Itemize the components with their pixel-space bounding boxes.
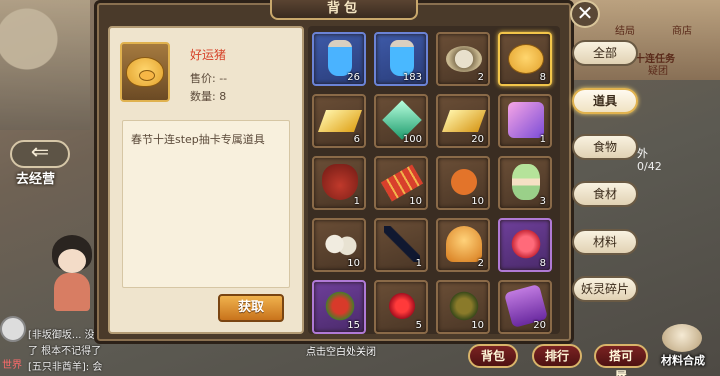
item-slot[interactable]: 20 <box>436 94 490 148</box>
gold-ingot-icon <box>441 110 487 132</box>
item-count: 8 <box>539 258 546 269</box>
dumpling-icon <box>322 226 358 262</box>
scarab-icon <box>446 288 482 324</box>
item-count: 6 <box>353 134 360 145</box>
panel-title: 背包 <box>270 0 418 20</box>
item-count: 2 <box>477 72 484 83</box>
item-quantity: 数量: 8 <box>190 90 227 103</box>
right-sign: 0/42 <box>637 160 662 173</box>
tab-5[interactable]: 妖灵碎片 <box>572 276 638 302</box>
black-feather-icon <box>384 226 420 262</box>
chat-line: [非坂御坂... 没 <box>28 330 95 341</box>
doll-icon <box>512 164 540 200</box>
item-count: 10 <box>471 320 484 331</box>
material-synthesis-label: 材料合成 <box>661 354 705 367</box>
red-spider-lily-icon <box>384 288 420 324</box>
item-slot[interactable]: 10 <box>374 156 428 210</box>
item-count: 183 <box>402 72 422 83</box>
item-slot[interactable]: 15 <box>312 280 366 334</box>
item-price: 售价: -- <box>190 72 228 85</box>
item-slot[interactable]: 10 <box>312 218 366 272</box>
tab-1[interactable]: 道具 <box>572 88 638 114</box>
purple-potion-icon <box>390 40 414 76</box>
close-button[interactable]: ✕ <box>570 0 600 28</box>
tab-4[interactable]: 材料 <box>572 229 638 255</box>
item-count: 2 <box>477 258 484 269</box>
material-synthesis-button[interactable]: 材料合成 <box>650 322 716 372</box>
bag-nav-button[interactable]: 背包 <box>468 344 518 368</box>
item-slot[interactable]: 26 <box>312 32 366 86</box>
ranking-nav-button[interactable]: 排行 <box>532 344 582 368</box>
item-slot[interactable]: 6 <box>312 94 366 148</box>
item-slot[interactable]: 10 <box>436 280 490 334</box>
item-count: 26 <box>347 72 360 83</box>
item-slot[interactable]: 2 <box>436 218 490 272</box>
item-slot[interactable]: 5 <box>374 280 428 334</box>
character-sprite <box>40 235 102 315</box>
bowl-icon <box>662 324 702 352</box>
tab-3[interactable]: 食材 <box>572 181 638 207</box>
tab-2[interactable]: 食物 <box>572 134 638 160</box>
world-channel-tag: 世界 <box>2 360 22 371</box>
right-sign[interactable]: 商店 <box>672 22 692 37</box>
item-count: 10 <box>471 196 484 207</box>
item-slot[interactable]: 10 <box>436 156 490 210</box>
tab-0[interactable]: 全部 <box>572 40 638 66</box>
item-count: 15 <box>347 320 360 331</box>
item-detail-card: 好运猪 售价: -- 数量: 8 春节十连step抽卡专属道具 获取 <box>108 26 304 334</box>
item-count: 100 <box>402 134 422 145</box>
blue-potion-icon <box>328 40 352 76</box>
right-sign: 外 <box>637 147 648 160</box>
item-count: 1 <box>539 134 546 145</box>
item-slot[interactable]: 3 <box>498 156 552 210</box>
item-slot[interactable]: 8 <box>498 218 552 272</box>
item-name: 好运猪 <box>190 48 227 62</box>
lucky-pig-icon <box>126 57 164 87</box>
item-count: 3 <box>539 196 546 207</box>
house-nav-button[interactable]: 搭可屋 <box>594 344 648 376</box>
crab-icon <box>446 164 482 200</box>
item-count: 1 <box>353 196 360 207</box>
item-count: 20 <box>471 134 484 145</box>
close-hint: 点击空白处关闭 <box>306 347 376 358</box>
bell-icon <box>446 226 482 262</box>
item-count: 5 <box>415 320 422 331</box>
item-slot[interactable]: 1 <box>498 94 552 148</box>
item-slot[interactable]: 1 <box>312 156 366 210</box>
item-slot[interactable]: 8 <box>498 32 552 86</box>
sr-card-icon <box>508 102 544 138</box>
item-count: 1 <box>415 258 422 269</box>
right-sign[interactable]: 结局 <box>615 22 635 37</box>
back-label[interactable]: 去经营 <box>16 168 55 187</box>
item-slot[interactable]: 100 <box>374 94 428 148</box>
item-description-box: 春节十连step抽卡专属道具 <box>122 120 290 288</box>
item-count: 10 <box>409 196 422 207</box>
chat-line: [五只非酋羊]: 会 <box>28 362 103 373</box>
back-arrow-icon[interactable]: ⇐ <box>10 140 70 168</box>
item-slot[interactable]: 1 <box>374 218 428 272</box>
item-slot[interactable]: 183 <box>374 32 428 86</box>
get-button[interactable]: 获取 <box>218 294 284 322</box>
item-count: 10 <box>347 258 360 269</box>
red-berries-icon <box>322 288 358 324</box>
right-sign[interactable]: 疑团 <box>648 62 668 77</box>
silver-plate-icon <box>446 46 482 72</box>
item-slot[interactable]: 20 <box>498 280 552 334</box>
gold-bar-icon <box>317 110 363 132</box>
item-description: 春节十连step抽卡专属道具 <box>131 133 265 146</box>
item-count: 8 <box>539 72 546 83</box>
red-flower-icon <box>508 226 544 262</box>
chat-line: 了 根本不记得了 <box>28 346 102 357</box>
lucky-pig-icon <box>508 44 544 74</box>
detail-item-icon-frame <box>120 42 170 102</box>
item-slot[interactable]: 2 <box>436 32 490 86</box>
scene-decoration <box>0 0 90 130</box>
item-grid: 26 183 2 8 6 100 20 1 1 10 10 3 10 1 2 8 15 5 10 20 <box>308 26 560 334</box>
item-count: 20 <box>533 320 546 331</box>
lantern-bag-icon <box>322 164 358 200</box>
